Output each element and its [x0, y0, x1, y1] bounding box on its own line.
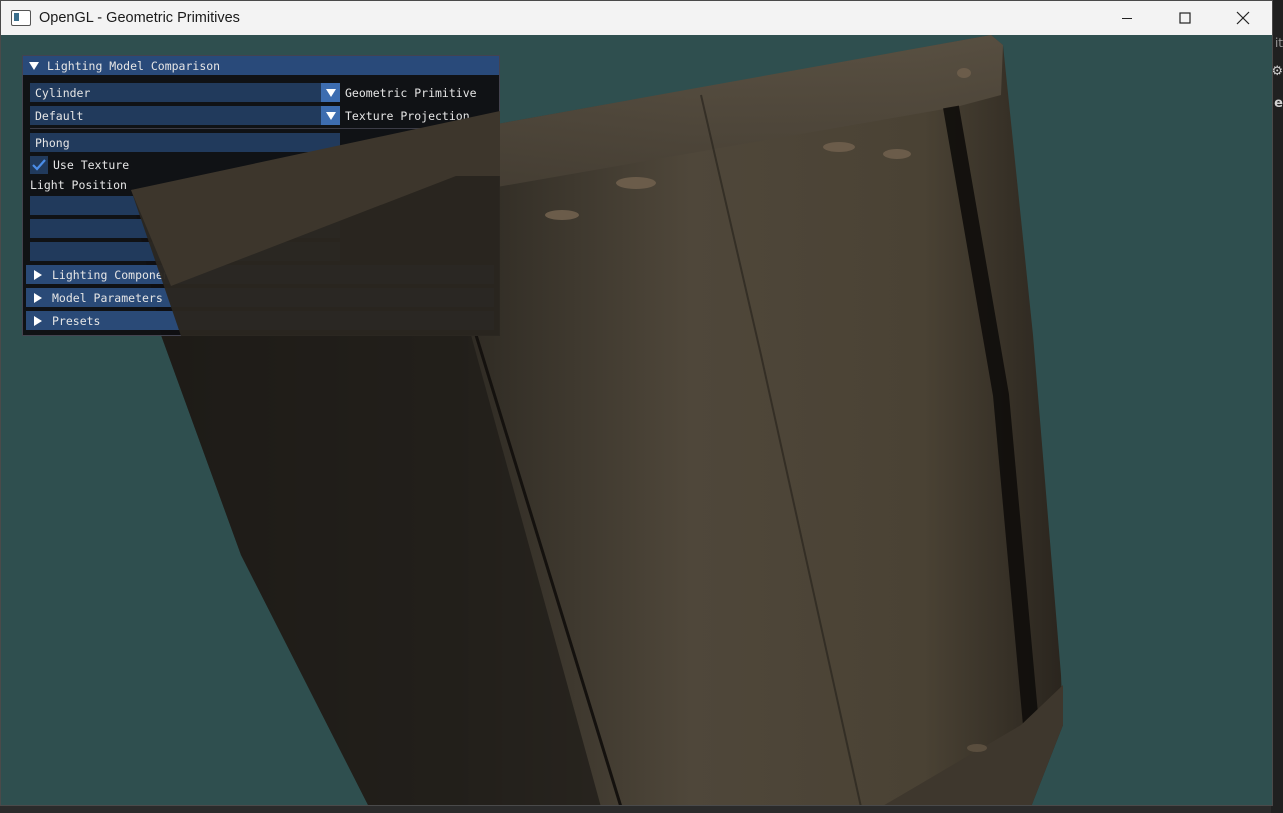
maximize-icon [1179, 12, 1191, 24]
section-lighting-components[interactable]: Lighting Components [26, 265, 494, 284]
section-label: Lighting Components [52, 267, 184, 282]
lighting-model-value: Phong [35, 135, 70, 150]
dropdown-arrow-icon[interactable] [321, 106, 340, 125]
primitive-value: Cylinder [35, 85, 91, 100]
background-text-fragment: e [1274, 96, 1283, 111]
light-position-heading: Light Position [30, 178, 127, 192]
expand-arrow-icon [34, 315, 42, 326]
lighting-model-combo[interactable]: Phong [30, 133, 340, 152]
use-texture-row: Use Texture [30, 156, 129, 174]
collapse-arrow-icon[interactable] [29, 61, 39, 70]
expand-arrow-icon [34, 269, 42, 280]
minimize-button[interactable] [1098, 1, 1156, 35]
use-texture-label: Use Texture [53, 158, 130, 172]
minimize-icon [1122, 18, 1132, 19]
section-presets[interactable]: Presets [26, 311, 494, 330]
expand-arrow-icon [34, 292, 42, 303]
use-texture-checkbox[interactable] [30, 156, 48, 174]
light-z-slider[interactable] [30, 242, 340, 261]
section-label: Model Parameters [52, 290, 163, 305]
light-y-row [30, 219, 340, 238]
projection-combo[interactable]: Default [30, 106, 340, 125]
projection-row: Default Texture Projection [30, 106, 470, 125]
projection-value: Default [35, 108, 84, 123]
maximize-button[interactable] [1156, 1, 1214, 35]
panel-title: Lighting Model Comparison [47, 58, 221, 73]
close-icon [1236, 11, 1250, 25]
primitive-combo[interactable]: Cylinder [30, 83, 340, 102]
light-x-row [30, 196, 340, 215]
lighting-model-row: Phong [30, 133, 340, 152]
projection-label: Texture Projection [345, 108, 470, 123]
section-label: Presets [52, 313, 101, 328]
light-position-label: Light Position [30, 178, 127, 192]
light-z-row [30, 242, 340, 261]
panel-title-bar[interactable]: Lighting Model Comparison [23, 56, 499, 75]
primitive-label: Geometric Primitive [345, 85, 477, 100]
section-model-parameters[interactable]: Model Parameters [26, 288, 494, 307]
window-title: OpenGL - Geometric Primitives [39, 10, 240, 26]
background-text-fragment: it [1274, 36, 1283, 50]
title-bar[interactable]: OpenGL - Geometric Primitives [1, 1, 1272, 35]
opengl-app-icon [11, 10, 31, 26]
close-button[interactable] [1214, 1, 1272, 35]
separator [30, 128, 494, 129]
checkmark-icon [32, 159, 46, 171]
dropdown-arrow-icon[interactable] [321, 83, 340, 102]
app-window: OpenGL - Geometric Primitives Lighting M… [0, 0, 1273, 806]
lighting-comparison-panel: Lighting Model Comparison Cylinder Geome… [22, 55, 500, 336]
light-x-slider[interactable] [30, 196, 340, 215]
light-y-slider[interactable] [30, 219, 340, 238]
gear-icon: ⚙ [1271, 64, 1283, 79]
primitive-row: Cylinder Geometric Primitive [30, 83, 477, 102]
